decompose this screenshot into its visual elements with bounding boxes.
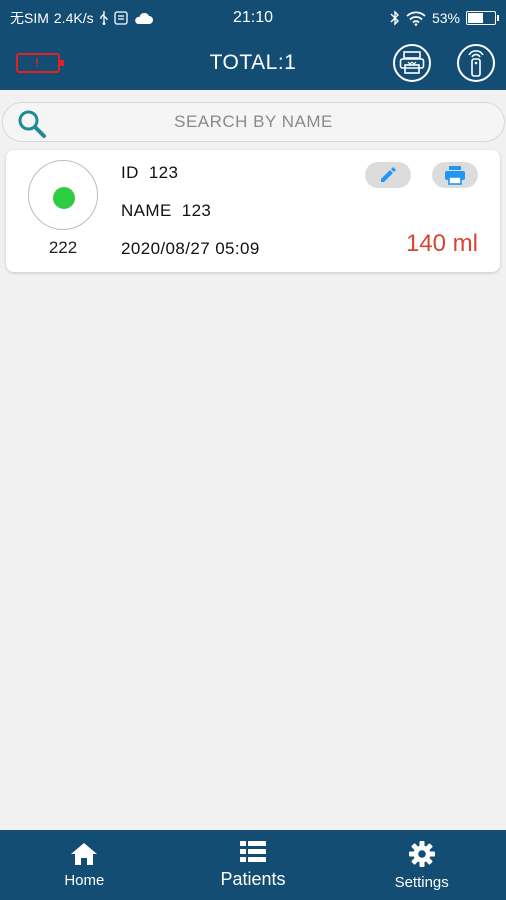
record-id: ID 123	[121, 163, 178, 183]
nav-home-label: Home	[64, 871, 105, 889]
phone-battery-icon	[466, 11, 499, 25]
print-button[interactable]	[432, 162, 478, 188]
record-name: NAME 123	[121, 201, 211, 221]
edit-button[interactable]	[365, 162, 411, 188]
search-input[interactable]	[3, 112, 504, 132]
search-icon[interactable]	[17, 109, 47, 139]
remote-device-button[interactable]	[457, 44, 495, 82]
pencil-icon	[381, 167, 396, 182]
battery-percent: 53%	[431, 10, 460, 26]
usb-icon	[99, 11, 108, 25]
nav-settings[interactable]: Settings	[337, 830, 506, 900]
record-datetime: 2020/08/27 05:09	[121, 239, 260, 258]
id-value: 123	[148, 163, 179, 182]
nav-patients-label: Patients	[220, 868, 286, 889]
bottom-navigation: Home Patients Settings	[0, 830, 506, 900]
gear-icon	[408, 840, 435, 867]
system-status-bar: 无SIM 2.4K/s 21:10 53%	[0, 0, 506, 36]
wifi-icon	[406, 11, 426, 26]
carrier-label: 无SIM	[10, 10, 49, 26]
network-speed: 2.4K/s	[53, 10, 94, 26]
bluetooth-icon	[390, 10, 399, 26]
nav-settings-label: Settings	[394, 873, 449, 891]
status-indicator	[28, 160, 98, 230]
clock: 21:10	[232, 9, 274, 26]
printer-connect-button[interactable]	[393, 44, 431, 82]
device-low-battery-icon: !	[16, 53, 64, 73]
remote-icon	[468, 50, 484, 77]
status-left: 无SIM 2.4K/s	[10, 8, 153, 28]
printer-connect-icon	[399, 51, 425, 74]
volume-value: 140 ml	[405, 230, 478, 257]
cloud-icon	[134, 12, 153, 24]
search-bar[interactable]	[2, 102, 505, 142]
app-notification-icon	[113, 11, 128, 25]
status-dot	[53, 187, 75, 209]
id-label: ID	[121, 163, 139, 182]
app-header: ! TOTAL:1	[0, 36, 506, 90]
record-code: 222	[48, 238, 78, 257]
list-icon	[240, 840, 266, 862]
printer-icon	[445, 166, 465, 185]
patient-record-card[interactable]: 222 ID 123 NAME 123 2020/08/27 05:09 140 m…	[6, 150, 500, 272]
nav-home[interactable]: Home	[0, 830, 169, 900]
name-label: NAME	[121, 201, 172, 220]
home-icon	[71, 842, 98, 865]
name-value: 123	[181, 201, 212, 220]
nav-patients[interactable]: Patients	[169, 830, 338, 900]
page-title: TOTAL:1	[209, 51, 297, 74]
status-right: 53%	[390, 10, 499, 26]
